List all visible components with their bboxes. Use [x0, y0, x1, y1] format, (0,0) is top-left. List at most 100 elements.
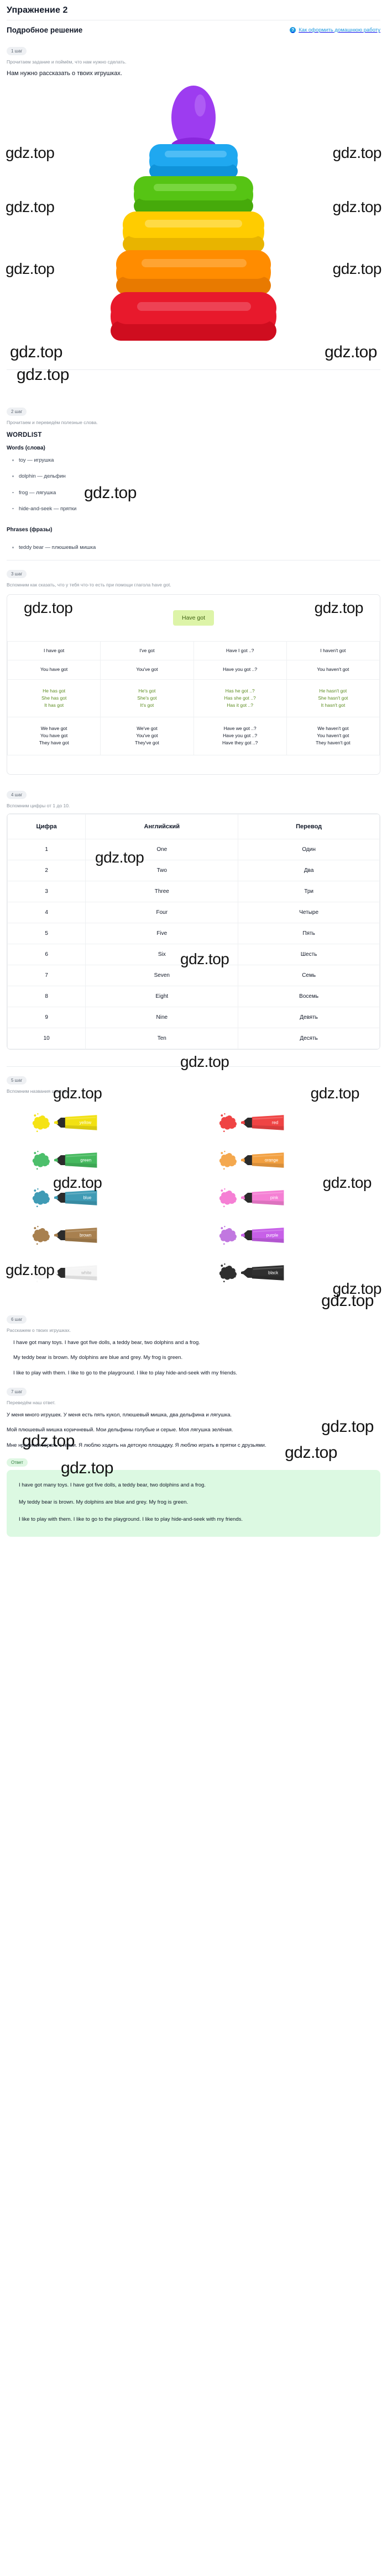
have-got-card-footer — [7, 755, 380, 774]
table-cell: Eight — [85, 986, 239, 1008]
table-cell: Five — [85, 923, 239, 945]
highlighter-marker-icon: brown — [54, 1228, 97, 1243]
table-cell: We've got You've got They've got — [100, 717, 194, 755]
have-got-table: I have got I've got Have I got ..? I haven'… — [7, 641, 380, 755]
answer-badge: Ответ — [7, 1458, 28, 1467]
table-cell: Пять — [238, 923, 380, 945]
table-cell: Nine — [85, 1007, 239, 1029]
step-3-badge: 3 шаг — [7, 570, 27, 579]
color-item-yellow: yellow — [7, 1104, 194, 1141]
table-cell: He has got She has got It has got — [7, 679, 101, 718]
table-row: 10 Ten Десять — [7, 1028, 380, 1050]
table-cell: I have got — [7, 641, 101, 661]
paint-splash-icon — [219, 1188, 237, 1208]
colors-row: yellow red — [7, 1104, 380, 1141]
paragraph: Мне нравится играть с ними. Я люблю ходи… — [7, 1442, 266, 1448]
table-cell: Два — [238, 860, 380, 882]
table-cell: Have we got ..? Have you got ..? Have they… — [193, 717, 287, 755]
watermark: gdz.top — [84, 483, 137, 502]
watermark: gdz.top — [325, 343, 377, 362]
table-cell: Восемь — [238, 986, 380, 1008]
color-item-brown: brown — [7, 1216, 194, 1254]
step-2-note: Прочитаем и переведём полезные слова. — [7, 420, 98, 426]
pyramid-toy-figure: gdz.top gdz.top gdz.top gdz.top gdz.top … — [0, 83, 387, 365]
watermark: gdz.top — [332, 260, 382, 278]
step-6-note: Расскажем о твоих игрушках. — [7, 1327, 71, 1334]
table-row: We have got You have got They have got We'v… — [7, 717, 380, 755]
color-item-black: black — [194, 1254, 380, 1292]
table-cell: Six — [85, 944, 239, 966]
list-item: dolphin — дельфин — [12, 473, 380, 480]
watermark: gdz.top — [6, 198, 55, 216]
table-cell: Шесть — [238, 944, 380, 966]
table-cell: Two — [85, 860, 239, 882]
colors-grid: yellow red green orange blue pink brown purple w… — [7, 1104, 380, 1292]
step-4-badge: 4 шаг — [7, 790, 27, 799]
paint-splash-icon — [219, 1226, 237, 1245]
have-got-card-header: gdz.top Have got gdz.top — [7, 595, 380, 641]
color-item-green: green — [7, 1141, 194, 1179]
watermark: gdz.top — [314, 599, 364, 617]
solution-title: Подробное решение — [7, 26, 83, 34]
table-cell: We have got You have got They have got — [7, 717, 101, 755]
step-5-note: Вспомним названия цветов. — [7, 1088, 68, 1094]
step-5-section: 5 шаг Вспомним названия цветов. yellow re… — [0, 1075, 387, 1297]
svg-text:yellow: yellow — [80, 1120, 92, 1125]
watermark: gdz.top — [6, 260, 55, 278]
watermark: gdz.top — [332, 144, 382, 162]
svg-text:white: white — [81, 1271, 91, 1276]
highlighter-marker-icon: green — [54, 1152, 97, 1168]
table-row: 9 Nine Девять — [7, 1007, 380, 1029]
svg-text:orange: orange — [265, 1158, 278, 1163]
table-cell: I haven't got — [286, 641, 380, 661]
color-item-white: white — [7, 1254, 194, 1292]
paragraph: I like to play with them. I like to go t… — [19, 1516, 243, 1523]
paint-splash-icon — [32, 1226, 50, 1245]
table-row: You have got You've got Have you got ..? Yo… — [7, 660, 380, 680]
step-6-section: gdz.top 6 шаг Расскажем о твоих игрушках… — [0, 1292, 387, 1450]
table-cell: 10 — [7, 1028, 86, 1050]
svg-text:black: black — [268, 1271, 278, 1276]
table-cell: Четыре — [238, 902, 380, 924]
highlighter-marker-icon: pink — [241, 1190, 284, 1205]
table-cell: 6 — [7, 944, 86, 966]
svg-text:purple: purple — [266, 1233, 279, 1238]
table-cell: I've got — [100, 641, 194, 661]
table-cell: You've got — [100, 660, 194, 680]
watermark: gdz.top — [6, 144, 55, 162]
table-cell: You have got — [7, 660, 101, 680]
step-7-translation-text: У меня много игрушек. У меня есть пять к… — [7, 1410, 380, 1451]
watermark: gdz.top — [10, 343, 62, 362]
table-cell: 4 — [7, 902, 86, 924]
table-header-row: Цифра Английский Перевод — [7, 814, 380, 840]
table-cell: You haven't got — [286, 660, 380, 680]
watermark: gdz.top — [332, 198, 382, 216]
table-cell: 2 — [7, 860, 86, 882]
table-cell: Has he got ..? Has she got ..? Has it got … — [193, 679, 287, 718]
have-got-card: gdz.top Have got gdz.top I have got I've … — [7, 594, 380, 775]
watermark: gdz.top — [180, 1052, 229, 1070]
paragraph: У меня много игрушек. У меня есть пять к… — [7, 1412, 232, 1419]
column-header: Английский — [85, 814, 239, 840]
table-cell: 5 — [7, 923, 86, 945]
homework-help-link[interactable]: ? Как оформить домашнюю работу — [290, 27, 380, 33]
highlighter-marker-icon: black — [241, 1265, 284, 1281]
svg-text:pink: pink — [270, 1196, 278, 1200]
highlighter-marker-icon: blue — [54, 1190, 97, 1205]
table-row: 5 Five Пять — [7, 923, 380, 945]
table-cell: Ten — [85, 1028, 239, 1050]
paint-splash-icon — [32, 1113, 50, 1133]
highlighter-marker-icon: red — [241, 1115, 284, 1130]
step-4-section: 4 шаг Вспомним цифры от 1 до 10. Цифра Ан… — [0, 789, 387, 1070]
colors-row: white black — [7, 1254, 380, 1292]
column-header: Перевод — [238, 814, 380, 840]
table-cell: One — [85, 839, 239, 861]
step-3-note: Вспомним как сказать, что у тебя что-то … — [7, 582, 171, 588]
list-item: teddy bear — плюшевый мишка — [12, 544, 380, 551]
solution-page: Упражнение 2 Подробное решение ? Как офо… — [0, 0, 387, 1548]
table-row: 3 Three Три — [7, 881, 380, 903]
column-header: Цифра — [7, 814, 86, 840]
step-1-lead: Нам нужно рассказать о твоих игрушках. — [7, 70, 122, 77]
colors-row: brown purple — [7, 1216, 380, 1254]
table-cell: Three — [85, 881, 239, 903]
